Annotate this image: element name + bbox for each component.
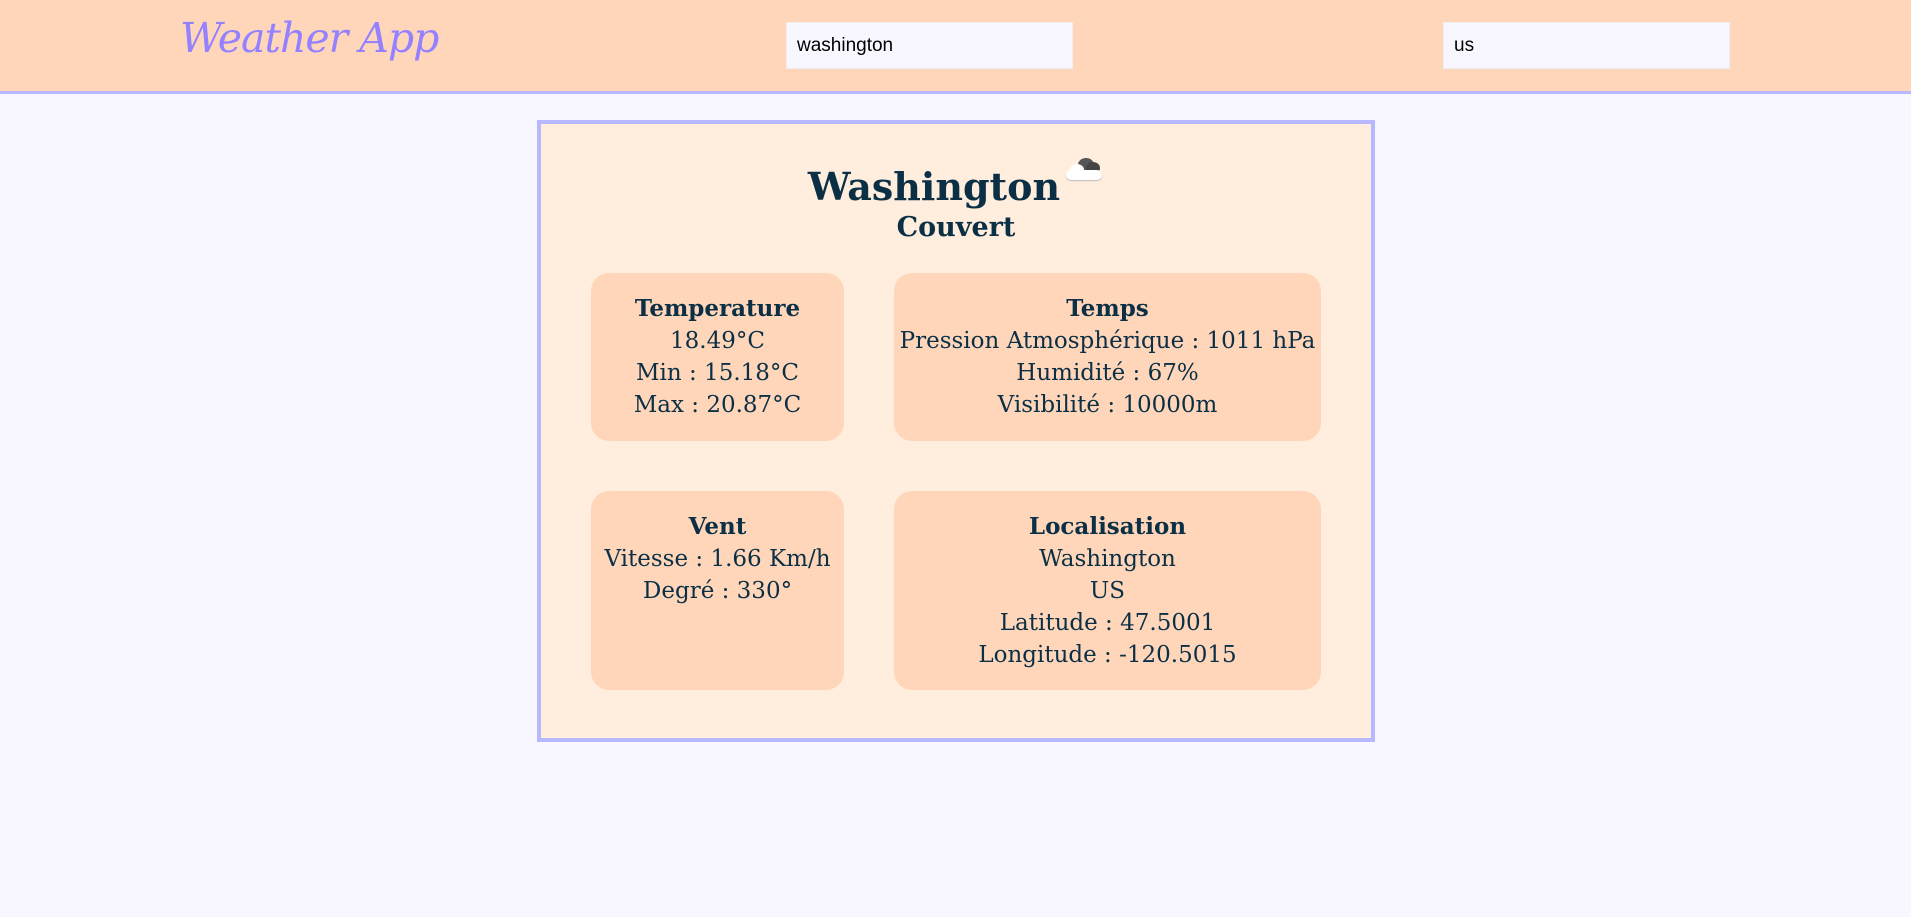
location-city: Washington — [1039, 546, 1176, 572]
temperature-title: Temperature — [634, 295, 801, 322]
location-longitude: Longitude : -120.5015 — [978, 642, 1237, 668]
overcast-cloud-icon — [1064, 156, 1104, 186]
city-title-row: Washington — [541, 158, 1371, 209]
temperature-max: Max : 20.87°C — [633, 392, 802, 418]
temperature-current: 18.49°C — [670, 328, 765, 354]
location-country: US — [1089, 578, 1126, 604]
humidity-value: Humidité : 67% — [1016, 360, 1199, 386]
weather-card: Washington Couvert Temperature 18.49°C M… — [537, 120, 1375, 742]
app-header: Weather App — [0, 0, 1911, 94]
city-name: Washington — [807, 164, 1061, 209]
pressure-value: Pression Atmosphérique : 1011 hPa — [899, 328, 1316, 354]
wind-title: Vent — [688, 513, 747, 540]
temperature-box: Temperature 18.49°C Min : 15.18°C Max : … — [591, 273, 844, 441]
wind-box: Vent Vitesse : 1.66 Km/h Degré : 330° — [591, 491, 844, 690]
app-logo: Weather App — [180, 14, 439, 62]
city-search-input[interactable] — [786, 22, 1073, 69]
location-box: Localisation Washington US Latitude : 47… — [894, 491, 1321, 690]
visibility-value: Visibilité : 10000m — [997, 392, 1218, 418]
location-title: Localisation — [1028, 513, 1187, 540]
weather-description: Couvert — [896, 212, 1016, 243]
temps-box: Temps Pression Atmosphérique : 1011 hPa … — [894, 273, 1321, 441]
temps-title: Temps — [1066, 295, 1149, 322]
temperature-min: Min : 15.18°C — [635, 360, 800, 386]
location-latitude: Latitude : 47.5001 — [999, 610, 1216, 636]
wind-degree: Degré : 330° — [642, 578, 793, 604]
country-search-input[interactable] — [1443, 22, 1730, 69]
wind-speed: Vitesse : 1.66 Km/h — [604, 546, 831, 572]
